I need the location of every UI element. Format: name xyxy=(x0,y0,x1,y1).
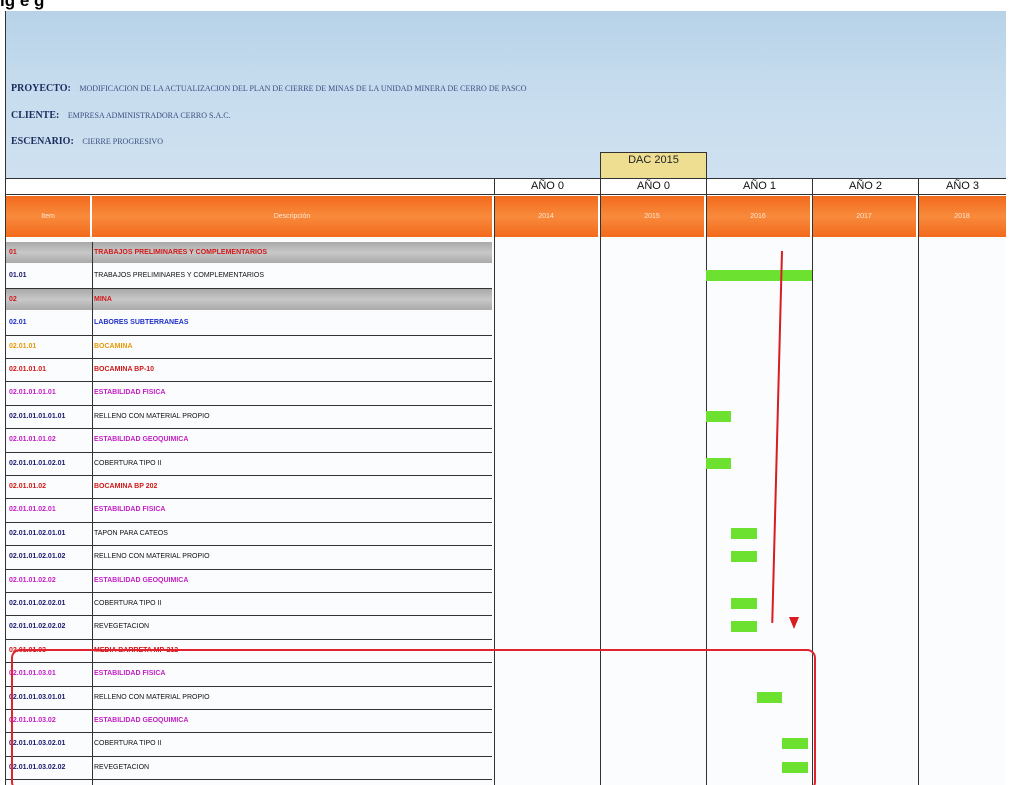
year-label: AÑO 1 xyxy=(706,179,812,194)
escenario-row: ESCENARIO: CIERRE PROGRESIVO xyxy=(11,136,163,147)
arrow-head-icon xyxy=(789,617,799,629)
year-number: 2014 xyxy=(494,196,600,237)
table-row: 02.01.01.02.01.01 TAPON PARA CATEOS xyxy=(6,523,492,544)
schedule-bar xyxy=(731,598,757,609)
row-code: 02 xyxy=(9,295,17,303)
table-row: 02.01.01.02.02.01 COBERTURA TIPO II xyxy=(6,593,492,614)
row-description: ESTABILIDAD FISICA xyxy=(94,389,166,397)
row-description: BOCAMINA BP 202 xyxy=(94,483,158,490)
row-code: 02.01.01.01.01.01 xyxy=(9,412,66,420)
item-header: Item xyxy=(6,196,92,237)
table-row: 01.01 TRABAJOS PRELIMINARES Y COMPLEMENTA… xyxy=(6,265,492,286)
schedule-bar xyxy=(706,270,812,282)
row-description: ESTABILIDAD GEOQUIMICA xyxy=(94,576,189,584)
row-code: 02.01.01.01.01 xyxy=(9,389,56,397)
schedule-bar xyxy=(706,457,732,469)
row-code: 02.01 xyxy=(9,319,27,327)
row-code: 02.01.01.02.01.02 xyxy=(9,553,66,561)
year-label: AÑO 0 xyxy=(600,179,706,194)
schedule-bar xyxy=(731,527,757,539)
row-code: 02.01.01.02.02.02 xyxy=(9,623,66,631)
year-header-band: AÑO 0 AÑO 0 AÑO 1 AÑO 2 AÑO 3 xyxy=(6,178,1006,195)
row-code: 01.01 xyxy=(9,272,27,280)
row-code: 02.01.01 xyxy=(9,342,37,350)
schedule-bar xyxy=(731,621,757,633)
sheet-header xyxy=(6,11,1006,178)
year-label: AÑO 3 xyxy=(918,179,1006,194)
row-code: 02.01.01.02.02 xyxy=(9,576,56,584)
schedule-bar xyxy=(706,410,732,422)
row-description: ESTABILIDAD GEOQUIMICA xyxy=(94,436,189,444)
table-row: 02.01.01.02.01 ESTABILIDAD FISICA xyxy=(6,499,492,520)
table-row: 02.01.01 BOCAMINA xyxy=(6,336,492,357)
row-description: RELLENO CON MATERIAL PROPIO xyxy=(94,553,210,561)
row-description: COBERTURA TIPO II xyxy=(94,459,162,467)
proyecto-row: PROYECTO: MODIFICACION DE LA ACTUALIZACI… xyxy=(11,83,527,94)
table-row: 02.01.01.02 BOCAMINA BP 202 xyxy=(6,476,492,497)
row-description: TRABAJOS PRELIMINARES Y COMPLEMENTARIOS xyxy=(94,272,264,280)
table-row: 01 TRABAJOS PRELIMINARES Y COMPLEMENTARIO… xyxy=(6,242,492,263)
row-description: TAPON PARA CATEOS xyxy=(94,529,168,537)
row-description: LABORES SUBTERRANEAS xyxy=(94,319,189,327)
year-label: AÑO 2 xyxy=(812,179,918,194)
row-description: BOCAMINA xyxy=(94,342,133,350)
table-row: 02.01.01.01.02.01 COBERTURA TIPO II xyxy=(6,453,492,474)
row-description: RELLENO CON MATERIAL PROPIO xyxy=(94,412,210,420)
row-code: 02.01.01.02.01 xyxy=(9,506,56,514)
schedule-bar xyxy=(731,551,757,563)
table-row: 02.01.01.02.02 ESTABILIDAD GEOQUIMICA xyxy=(6,570,492,591)
year-label: AÑO 0 xyxy=(494,179,600,194)
highlight-box xyxy=(11,649,816,785)
table-row: 02.01.01.01.01.01 RELLENO CON MATERIAL PR… xyxy=(6,406,492,427)
cliente-row: CLIENTE: EMPRESA ADMINISTRADORA CERRO S.… xyxy=(11,110,231,121)
year-number: 2015 xyxy=(600,196,706,237)
table-row: 02.01 LABORES SUBTERRANEAS xyxy=(6,312,492,333)
timeline-arrow xyxy=(771,250,783,623)
table-row: 02.01.01.02.01.02 RELLENO CON MATERIAL PR… xyxy=(6,546,492,567)
year-number: 2017 xyxy=(812,196,918,237)
table-row: 02.01.01.02.02.02 REVEGETACION xyxy=(6,616,492,637)
schedule-sheet: PROYECTO: MODIFICACION DE LA ACTUALIZACI… xyxy=(5,11,1006,785)
row-code: 02.01.01.01.02.01 xyxy=(9,459,66,467)
row-code: 01 xyxy=(9,249,17,256)
row-description: MINA xyxy=(94,295,112,303)
row-description: TRABAJOS PRELIMINARES Y COMPLEMENTARIOS xyxy=(94,249,268,256)
year-number: 2018 xyxy=(954,213,970,220)
row-description: COBERTURA TIPO II xyxy=(94,600,162,607)
table-row: 02.01.01.01 BOCAMINA BP-10 xyxy=(6,359,492,380)
row-code: 02.01.01.02 xyxy=(9,483,46,490)
table-row: 02.01.01.01.01 ESTABILIDAD FISICA xyxy=(6,382,492,403)
row-code: 02.01.01.01.02 xyxy=(9,436,56,444)
description-header: Descripción xyxy=(92,196,494,237)
row-description: REVEGETACION xyxy=(94,623,150,631)
table-row: 02 MINA xyxy=(6,288,492,310)
row-code: 02.01.01.01 xyxy=(9,366,46,373)
table-row: 02.01.01.01.02 ESTABILIDAD GEOQUIMICA xyxy=(6,429,492,450)
year-number: 2016 xyxy=(706,196,812,237)
row-description: BOCAMINA BP-10 xyxy=(94,366,155,373)
row-code: 02.01.01.02.01.01 xyxy=(9,529,66,537)
row-description: ESTABILIDAD FISICA xyxy=(94,506,166,514)
column-header-band: Item Descripción 2014 2015 2016 2017 201… xyxy=(6,196,1006,237)
column-divider xyxy=(918,178,919,785)
row-code: 02.01.01.02.02.01 xyxy=(9,600,66,607)
